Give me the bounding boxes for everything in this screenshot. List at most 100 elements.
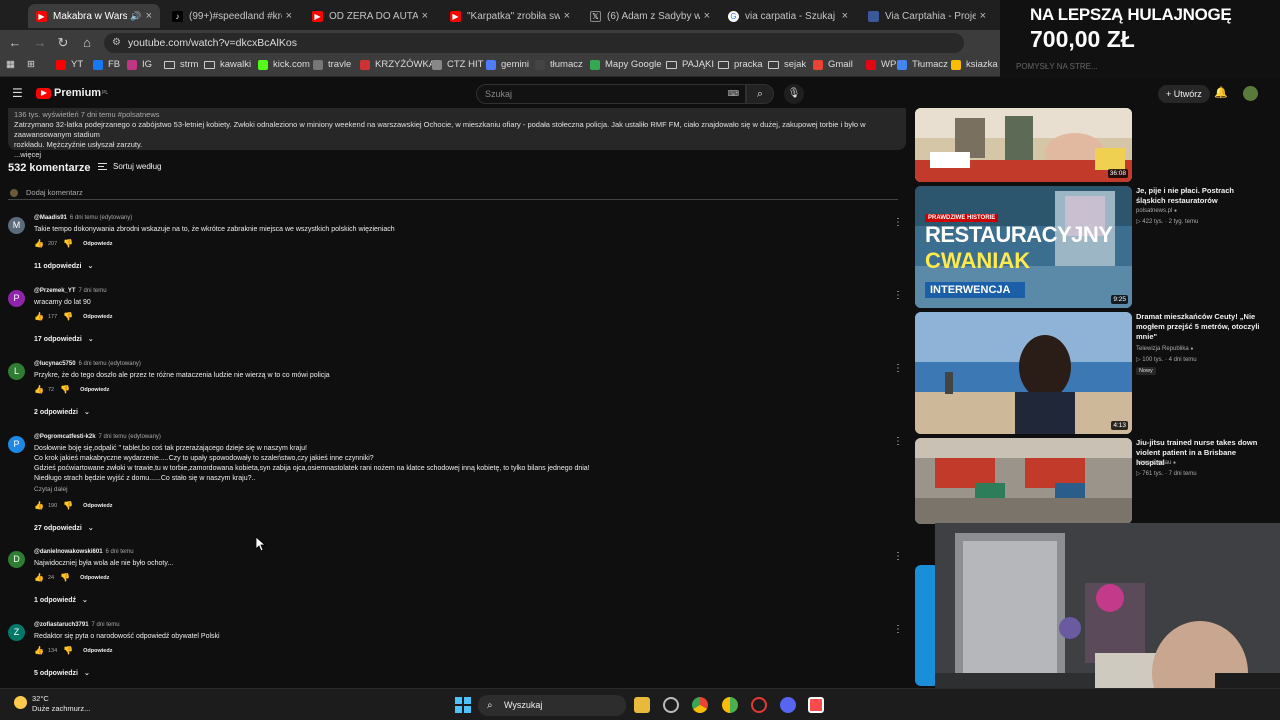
show-replies-button[interactable]: 2 odpowiedzi ⌄ [34, 408, 90, 416]
dislike-icon[interactable]: 👎 [60, 573, 70, 582]
reply-button[interactable]: Odpowiedz [83, 314, 112, 320]
comment-time[interactable]: 7 dni temu [92, 622, 120, 628]
address-bar[interactable]: ⚙ youtube.com/watch?v=dkcxBcAlKos [104, 33, 964, 53]
apps-grid-icon[interactable]: ▦ [6, 59, 15, 70]
video-channel[interactable]: news.com.au ● [1136, 460, 1176, 466]
more-actions-icon[interactable]: ⋮ [893, 290, 903, 301]
dislike-icon[interactable]: 👎 [63, 312, 73, 321]
dislike-icon[interactable]: 👎 [60, 385, 70, 394]
commenter-avatar[interactable]: Z [8, 624, 25, 641]
comment-author[interactable]: @danielnowakowski601 [34, 549, 103, 555]
taskbar-search[interactable]: ⌕ Wyszukaj [478, 695, 626, 716]
reply-button[interactable]: Odpowiedz [80, 387, 109, 393]
bookmark-1[interactable]: FB [93, 59, 120, 70]
app-icon[interactable] [663, 697, 679, 713]
tab-speedland[interactable]: ♪ (99+)#speedland #krosno × [164, 4, 300, 28]
bookmark-7[interactable]: KRZYŻÓWKA [360, 59, 435, 70]
comment-author[interactable]: @lucynac5750 [34, 361, 76, 367]
bookmark-17[interactable]: Tłumacz [897, 59, 948, 70]
speaker-icon[interactable]: 🔊 [130, 11, 141, 22]
comment-time[interactable]: 6 dni temu (edytowany) [70, 215, 132, 221]
video-title[interactable]: Je, pije i nie płaci. Postrach śląskich … [1136, 186, 1261, 206]
close-tab-icon[interactable]: × [422, 10, 428, 22]
commenter-avatar[interactable]: M [8, 217, 25, 234]
related-video-card[interactable]: PRAWDZIWE HISTORIE RESTAURACYJNY CWANIAK… [915, 186, 1280, 308]
reply-button[interactable]: Odpowiedz [83, 241, 112, 247]
like-icon[interactable]: 👍 [34, 573, 44, 582]
commenter-avatar[interactable]: L [8, 363, 25, 380]
bookmark-5[interactable]: kick.com [258, 59, 310, 70]
bookmark-2[interactable]: IG [127, 59, 152, 70]
video-description[interactable]: 136 tys. wyświetleń 7 dni temu #polsatne… [8, 108, 906, 159]
weather-widget[interactable]: 32°C Duże zachmurz... [14, 694, 90, 714]
tab-od-zera[interactable]: ▶ OD ZERA DO AUTA - ODC × [304, 4, 436, 28]
windows-start-icon[interactable] [455, 697, 471, 713]
close-tab-icon[interactable]: × [704, 10, 710, 22]
site-info-icon[interactable]: ⚙ [112, 33, 121, 53]
like-icon[interactable]: 👍 [34, 385, 44, 394]
more-actions-icon[interactable]: ⋮ [893, 436, 903, 447]
video-thumbnail-wrap[interactable] [915, 438, 1132, 524]
description-more-link[interactable]: ...więcej [14, 150, 900, 160]
account-avatar[interactable] [1243, 86, 1258, 101]
bookmark-6[interactable]: travle [313, 59, 351, 70]
comment-time[interactable]: 6 dni temu (edytowany) [79, 361, 141, 367]
tab-adam[interactable]: 𝕏 (6) Adam z Sadyby w serw × [582, 4, 718, 28]
tab-via-carpatia[interactable]: G via carpatia - Szukaj w Go × [720, 4, 856, 28]
comment-time[interactable]: 7 dni temu (edytowany) [99, 434, 161, 440]
search-button[interactable]: ⌕ [746, 84, 774, 104]
browser-icon[interactable] [722, 697, 738, 713]
more-actions-icon[interactable]: ⋮ [893, 624, 903, 635]
dislike-icon[interactable]: 👎 [63, 646, 73, 655]
menu-icon[interactable]: ☰ [12, 86, 23, 100]
bookmark-16[interactable]: WP [866, 59, 896, 70]
dislike-icon[interactable]: 👎 [63, 501, 73, 510]
bookmark-8[interactable]: CTZ HIT [432, 59, 483, 70]
reply-button[interactable]: Odpowiedz [80, 575, 109, 581]
video-thumbnail-wrap[interactable]: PRAWDZIWE HISTORIE RESTAURACYJNY CWANIAK… [915, 186, 1132, 308]
search-input[interactable]: Szukaj ⌨ [476, 84, 746, 104]
more-actions-icon[interactable]: ⋮ [893, 551, 903, 562]
like-icon[interactable]: 👍 [34, 312, 44, 321]
bookmark-15[interactable]: Gmail [813, 59, 853, 70]
tab-karpatka[interactable]: ▶ "Karpatka" zrobiła swoje. W × [442, 4, 578, 28]
reply-button[interactable]: Odpowiedz [83, 503, 112, 509]
comment-author[interactable]: @Maadis91 [34, 215, 67, 221]
file-explorer-icon[interactable] [634, 697, 650, 713]
related-video-card[interactable]: 4:13 Dramat mieszkańców Ceuty! „Nie mogłe… [915, 312, 1280, 434]
comment-time[interactable]: 7 dni temu [79, 288, 107, 294]
more-actions-icon[interactable]: ⋮ [893, 217, 903, 228]
forward-arrow-icon[interactable]: → [32, 35, 48, 51]
mic-button[interactable]: 🎙 [784, 84, 804, 104]
close-tab-icon[interactable]: × [842, 10, 848, 22]
bookmark-12[interactable]: PAJĄKI [666, 59, 714, 70]
home-icon[interactable]: ⌂ [79, 35, 95, 51]
video-thumbnail-wrap[interactable]: 4:13 [915, 312, 1132, 434]
notifications-bell-icon[interactable]: 🔔 [1214, 86, 1228, 99]
comment-author[interactable]: @Pogromcatfesti-k2k [34, 434, 96, 440]
video-channel[interactable]: polsatnews.pl ● [1136, 208, 1177, 214]
like-icon[interactable]: 👍 [34, 501, 44, 510]
tab-makabra[interactable]: ▶ Makabra w Warszawie 🔊 × [28, 4, 160, 28]
bookmark-3[interactable]: strm [164, 59, 198, 70]
dislike-icon[interactable]: 👎 [63, 239, 73, 248]
like-icon[interactable]: 👍 [34, 239, 44, 248]
like-icon[interactable]: 👍 [34, 646, 44, 655]
bookmark-10[interactable]: tłumacz [535, 59, 583, 70]
close-tab-icon[interactable]: × [146, 10, 152, 22]
create-button[interactable]: + Utwórz [1158, 85, 1210, 103]
bookmark-13[interactable]: pracka [718, 59, 763, 70]
chrome-icon[interactable] [692, 697, 708, 713]
close-tab-icon[interactable]: × [564, 10, 570, 22]
reload-icon[interactable]: ↻ [55, 35, 71, 51]
show-replies-button[interactable]: 5 odpowiedzi ⌄ [34, 669, 90, 677]
commenter-avatar[interactable]: P [8, 436, 25, 453]
read-more-link[interactable]: Czytaj dalej [34, 486, 68, 493]
back-arrow-icon[interactable]: ← [7, 35, 23, 51]
related-video-card[interactable]: 36:08 [915, 108, 1280, 182]
commenter-avatar[interactable]: P [8, 290, 25, 307]
discord-icon[interactable] [780, 697, 796, 713]
sort-button[interactable]: Sortuj według [98, 162, 161, 171]
video-title[interactable]: Dramat mieszkańców Ceuty! „Nie mogłem pr… [1136, 312, 1261, 342]
keyboard-icon[interactable]: ⌨ [727, 85, 739, 103]
